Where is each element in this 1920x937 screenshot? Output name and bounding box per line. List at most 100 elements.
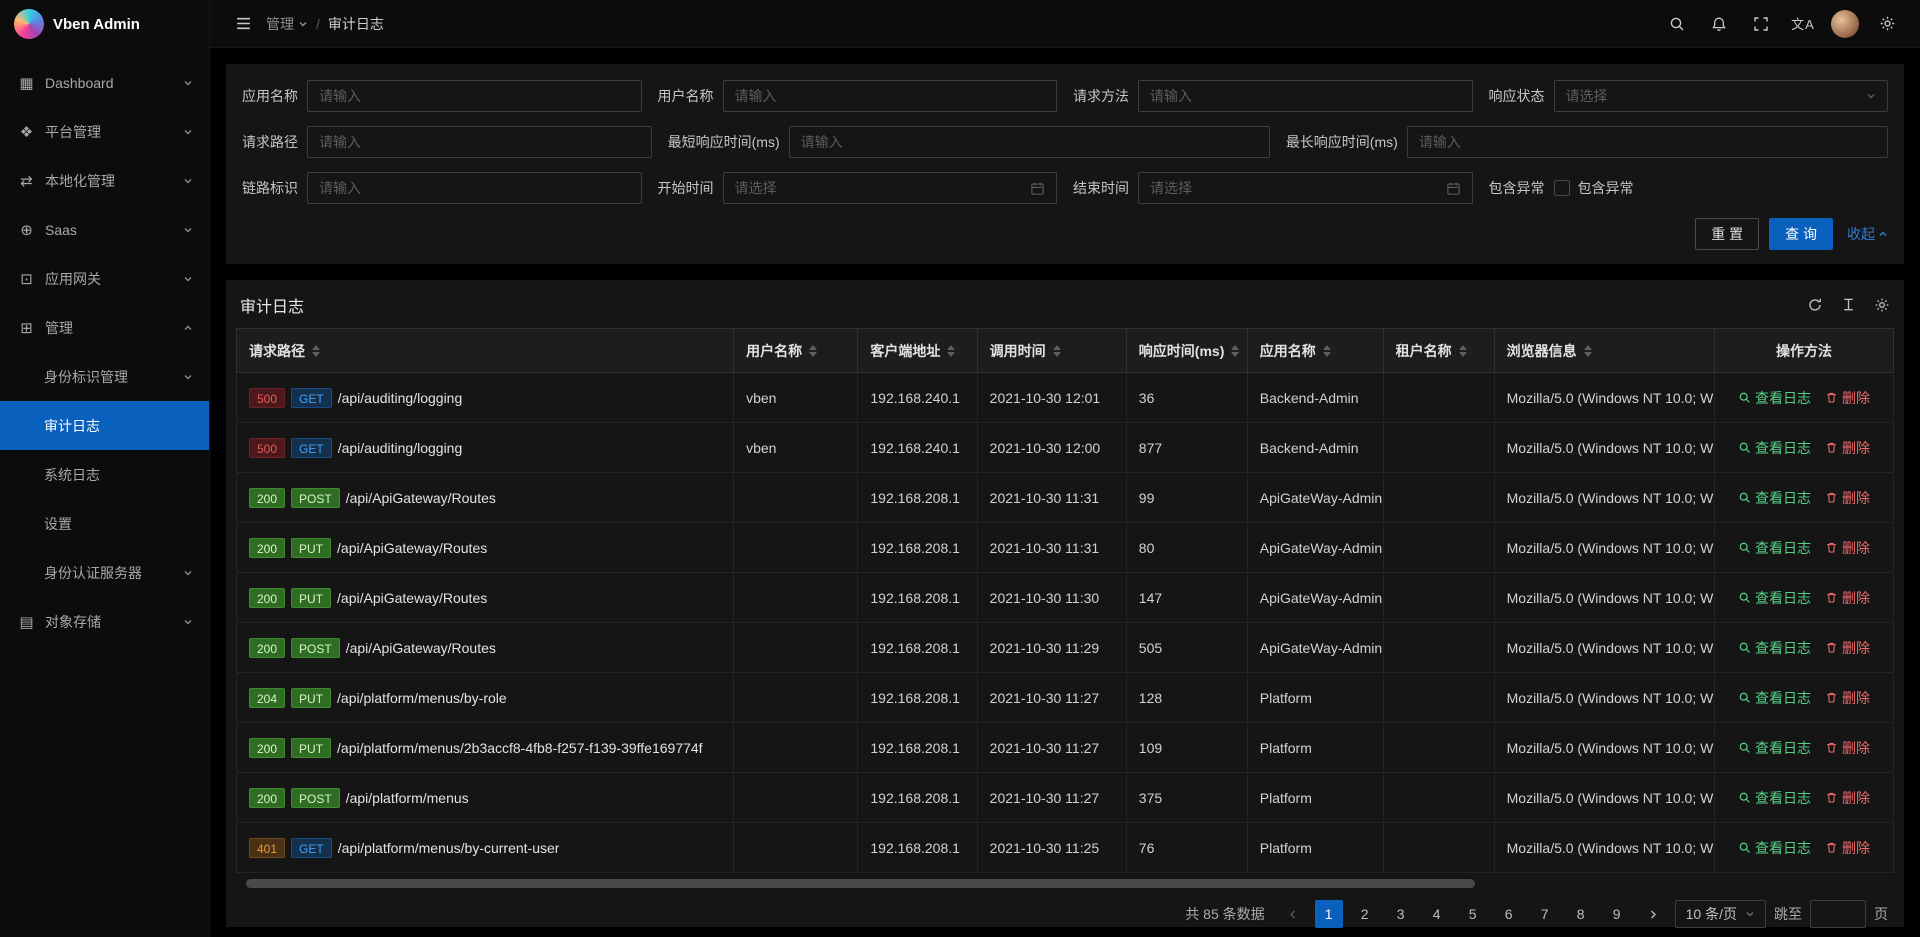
cell-client-address: 192.168.208.1 [858,773,977,823]
view-log-button[interactable]: 查看日志 [1738,738,1811,758]
column-header-client-address[interactable]: 客户端地址 [858,329,977,373]
sort-icon[interactable] [1231,345,1239,357]
sidebar-item-localization[interactable]: ⇄ 本地化管理 [0,156,209,205]
column-header-browser-info[interactable]: 浏览器信息 [1494,329,1714,373]
view-log-button[interactable]: 查看日志 [1738,388,1811,408]
end-time-picker[interactable]: 请选择 [1138,172,1473,204]
breadcrumb-parent[interactable]: 管理 [266,14,308,34]
sidebar-collapse-icon[interactable] [226,7,260,41]
column-header-user-name[interactable]: 用户名称 [734,329,858,373]
query-button[interactable]: 查 询 [1769,218,1833,250]
delete-button[interactable]: 删除 [1825,738,1870,758]
view-log-button[interactable]: 查看日志 [1738,488,1811,508]
cell-tenant-name [1383,673,1494,723]
view-log-button[interactable]: 查看日志 [1738,588,1811,608]
sort-icon[interactable] [1459,345,1467,357]
delete-button[interactable]: 删除 [1825,788,1870,808]
page-button-8[interactable]: 8 [1567,900,1595,928]
column-header-response-time[interactable]: 响应时间(ms) [1126,329,1247,373]
column-settings-icon[interactable] [1874,297,1890,313]
sort-icon[interactable] [1584,345,1592,357]
view-log-button[interactable]: 查看日志 [1738,638,1811,658]
request-path-input[interactable] [319,134,640,150]
page-button-2[interactable]: 2 [1351,900,1379,928]
request-method-input[interactable] [1150,88,1461,104]
page-button-3[interactable]: 3 [1387,900,1415,928]
column-header-request-path[interactable]: 请求路径 [237,329,734,373]
sort-icon[interactable] [947,345,955,357]
sort-icon[interactable] [1323,345,1331,357]
refresh-icon[interactable] [1807,297,1823,313]
sidebar-item-audit-log[interactable]: 审计日志 [0,401,209,450]
delete-button[interactable]: 删除 [1825,838,1870,858]
delete-button[interactable]: 删除 [1825,638,1870,658]
page-size-select[interactable]: 10 条/页 [1675,900,1766,928]
dashboard-icon: ▦ [18,74,35,92]
sort-icon[interactable] [312,345,320,357]
sidebar-item-saas[interactable]: ⊕ Saas [0,205,209,254]
response-status-select[interactable]: 请选择 [1554,80,1889,112]
page-button-7[interactable]: 7 [1531,900,1559,928]
delete-button[interactable]: 删除 [1825,538,1870,558]
table-row: 200 PUT /api/platform/menus/2b3accf8-4fb… [237,723,1894,773]
trace-id-input[interactable] [319,180,630,196]
sort-icon[interactable] [809,345,817,357]
min-response-time-input[interactable] [801,134,1258,150]
delete-button[interactable]: 删除 [1825,588,1870,608]
search-icon[interactable] [1660,7,1694,41]
page-button-4[interactable]: 4 [1423,900,1451,928]
chevron-down-icon [183,617,193,627]
app-name-input[interactable] [319,88,630,104]
scrollbar-thumb[interactable] [246,879,1475,888]
jump-page-input[interactable] [1810,900,1866,928]
request-method-field [1138,80,1473,112]
page-button-9[interactable]: 9 [1603,900,1631,928]
page-button-6[interactable]: 6 [1495,900,1523,928]
delete-button[interactable]: 删除 [1825,488,1870,508]
horizontal-scrollbar[interactable] [246,879,1884,888]
sidebar-item-object-storage[interactable]: ▤ 对象存储 [0,597,209,646]
sort-icon[interactable] [1053,345,1061,357]
view-log-button[interactable]: 查看日志 [1738,788,1811,808]
reset-button[interactable]: 重 置 [1695,218,1759,250]
column-header-call-time[interactable]: 调用时间 [977,329,1126,373]
include-exception-checkbox[interactable] [1554,180,1570,196]
collapse-filter-button[interactable]: 收起 [1847,224,1888,244]
view-log-button[interactable]: 查看日志 [1738,688,1811,708]
column-header-tenant-name[interactable]: 租户名称 [1383,329,1494,373]
delete-button[interactable]: 删除 [1825,438,1870,458]
page-button-5[interactable]: 5 [1459,900,1487,928]
prev-page-button[interactable] [1279,900,1307,928]
page-button-1[interactable]: 1 [1315,900,1343,928]
sidebar-item-auth-server[interactable]: 身份认证服务器 [0,548,209,597]
chevron-down-icon [183,568,193,578]
view-log-button[interactable]: 查看日志 [1738,538,1811,558]
view-log-button[interactable]: 查看日志 [1738,438,1811,458]
method-badge: GET [291,838,332,858]
fullscreen-icon[interactable] [1744,7,1778,41]
delete-button[interactable]: 删除 [1825,388,1870,408]
sidebar-item-gateway[interactable]: ⊡ 应用网关 [0,254,209,303]
notification-bell-icon[interactable] [1702,7,1736,41]
user-name-input[interactable] [735,88,1046,104]
next-page-button[interactable] [1639,900,1667,928]
column-header-app-name[interactable]: 应用名称 [1247,329,1383,373]
sidebar-item-management[interactable]: ⊞ 管理 [0,303,209,352]
view-log-button[interactable]: 查看日志 [1738,838,1811,858]
request-path: /api/auditing/logging [338,440,463,456]
cell-browser-info: Mozilla/5.0 (Windows NT 10.0; Win [1494,723,1714,773]
settings-gear-icon[interactable] [1870,7,1904,41]
sidebar-item-platform[interactable]: ❖ 平台管理 [0,107,209,156]
avatar[interactable] [1828,7,1862,41]
sidebar-item-settings[interactable]: 设置 [0,499,209,548]
app-logo[interactable]: Vben Admin [0,0,209,48]
trash-icon [1825,541,1838,554]
sidebar-item-dashboard[interactable]: ▦ Dashboard [0,58,209,107]
start-time-picker[interactable]: 请选择 [723,172,1058,204]
delete-button[interactable]: 删除 [1825,688,1870,708]
row-height-icon[interactable] [1841,297,1856,313]
sidebar-item-identity-management[interactable]: 身份标识管理 [0,352,209,401]
language-icon[interactable]: 文A [1786,7,1820,41]
max-response-time-input[interactable] [1419,134,1876,150]
sidebar-item-system-log[interactable]: 系统日志 [0,450,209,499]
